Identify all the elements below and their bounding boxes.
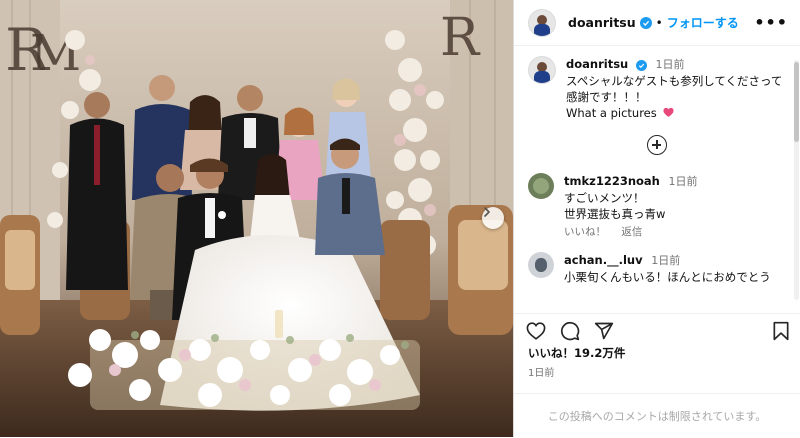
likes-count[interactable]: いいね！19.2万件: [528, 345, 625, 361]
comment-text-line-1: すごいメンツ！: [564, 191, 645, 205]
comment-item: tmkz1223noah 1日前 すごいメンツ！ 世界選抜も真っ青w いいね！ …: [528, 173, 786, 240]
commenter-avatar[interactable]: [528, 252, 554, 278]
svg-text:R: R: [440, 8, 481, 68]
commenter-username[interactable]: tmkz1223noah: [564, 174, 660, 188]
comment-text-line-2: 世界選抜も真っ青w: [564, 207, 666, 221]
post-actions-bar: [514, 313, 800, 343]
comment-time[interactable]: 1日前: [651, 254, 680, 267]
commenter-avatar[interactable]: [528, 173, 554, 199]
bookmark-icon[interactable]: [772, 321, 790, 341]
load-more-comments-icon[interactable]: [647, 135, 667, 155]
follow-button[interactable]: フォローする: [667, 14, 739, 31]
more-options-icon[interactable]: •••: [754, 13, 788, 32]
caption-line-3: What a pictures: [566, 106, 657, 120]
author-avatar[interactable]: [528, 8, 556, 37]
caption-line-2: 感謝です！！！: [566, 90, 647, 104]
post-caption: doanritsu 1日前 スペシャルなゲストも参列してくださって 感謝です！！…: [528, 56, 786, 121]
comment-reply-link[interactable]: 返信: [621, 226, 642, 238]
verified-badge-icon: [635, 60, 647, 71]
comments-scrollbar[interactable]: [794, 60, 799, 300]
comment-time[interactable]: 1日前: [669, 175, 698, 188]
post-header: doanritsu • フォローする •••: [514, 0, 800, 46]
caption-time[interactable]: 1日前: [656, 58, 685, 71]
comment-like-link[interactable]: いいね！: [564, 226, 606, 238]
heart-icon[interactable]: [526, 321, 546, 340]
wedding-photo-illustration: R M R: [0, 0, 513, 437]
caption-author-avatar[interactable]: [528, 56, 556, 84]
separator-dot: •: [655, 15, 663, 30]
comment-icon[interactable]: [560, 321, 580, 341]
comment-item: achan.__.luv 1日前 小栗旬くんもいる！ほんとにおめでとう: [528, 252, 786, 285]
share-icon[interactable]: [594, 321, 614, 341]
comments-restricted-notice: この投稿へのコメントは制限されています。: [514, 393, 800, 438]
comments-list[interactable]: doanritsu 1日前 スペシャルなゲストも参列してくださって 感謝です！！…: [514, 46, 800, 313]
post-date[interactable]: 1日前: [528, 364, 554, 379]
post-side-panel: doanritsu • フォローする ••• doanritsu 1日前 スペシ…: [513, 0, 800, 437]
post-photo[interactable]: R M R: [0, 0, 513, 437]
pink-heart-emoji-icon: [663, 107, 674, 117]
caption-line-1: スペシャルなゲストも参列してくださって: [566, 74, 783, 88]
commenter-username[interactable]: achan.__.luv: [564, 253, 643, 267]
verified-badge-icon: [639, 16, 652, 29]
comment-text-line-1: 小栗旬くんもいる！ほんとにおめでとう: [564, 270, 771, 284]
caption-username[interactable]: doanritsu: [566, 57, 628, 71]
carousel-next-button[interactable]: [482, 207, 504, 229]
author-username[interactable]: doanritsu: [568, 15, 636, 30]
chevron-right-icon: [484, 207, 490, 217]
